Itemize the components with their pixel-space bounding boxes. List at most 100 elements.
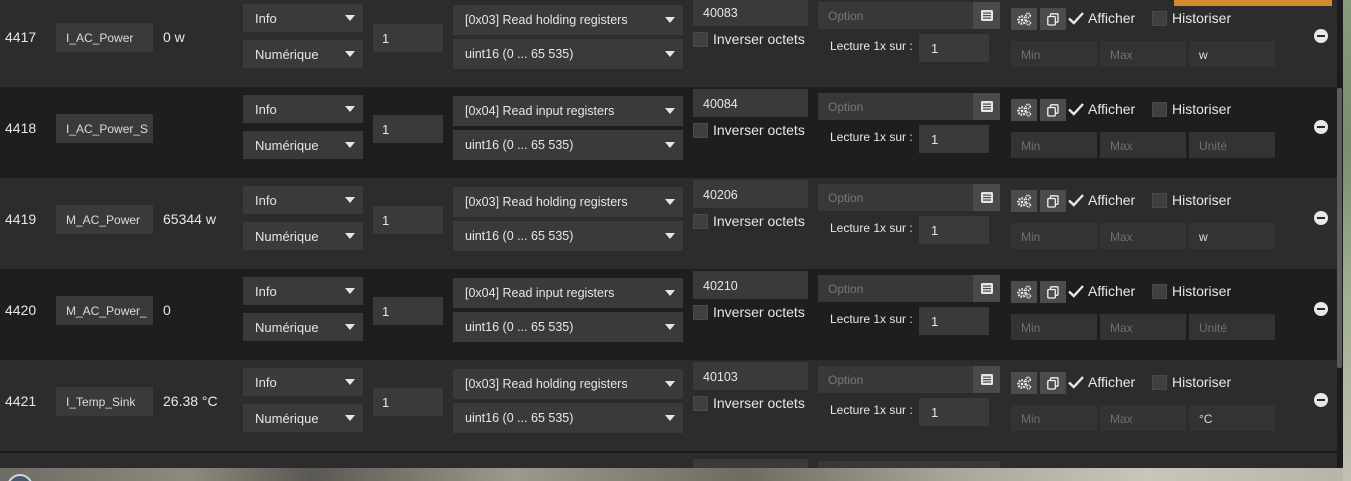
minus-circle-icon[interactable] xyxy=(1314,120,1328,134)
duplicate-button[interactable] xyxy=(1040,372,1066,394)
register-address-input[interactable]: 40084 xyxy=(693,89,808,117)
command-name-input[interactable]: M_AC_Power_ xyxy=(56,296,153,325)
option-input[interactable]: Option xyxy=(818,184,973,211)
max-input[interactable]: Max xyxy=(1100,223,1186,249)
read-frequency-input[interactable]: 1 xyxy=(919,216,989,244)
minus-circle-icon[interactable] xyxy=(1314,211,1328,225)
list-icon[interactable] xyxy=(973,2,1000,29)
configure-button[interactable] xyxy=(1011,281,1037,303)
read-frequency-input[interactable]: 1 xyxy=(919,125,989,153)
register-count-input[interactable]: 1 xyxy=(373,24,443,52)
afficher-checkbox[interactable] xyxy=(1067,9,1085,27)
data-format-select[interactable]: uint16 (0 ... 65 535) xyxy=(453,130,683,160)
invert-bytes-checkbox[interactable] xyxy=(693,123,708,138)
min-input[interactable]: Min xyxy=(1011,223,1097,249)
list-icon[interactable] xyxy=(973,366,1000,393)
subtype-select[interactable]: Numérique xyxy=(243,40,363,68)
duplicate-button[interactable] xyxy=(1040,8,1066,30)
register-count-input[interactable]: 1 xyxy=(373,206,443,234)
type-select[interactable]: Info xyxy=(243,95,363,123)
configure-button[interactable] xyxy=(1011,8,1037,30)
type-select[interactable]: Info xyxy=(243,277,363,305)
invert-bytes-checkbox[interactable] xyxy=(693,396,708,411)
historiser-checkbox[interactable] xyxy=(1152,193,1167,208)
unit-input[interactable]: Unité xyxy=(1189,132,1275,158)
max-input[interactable]: Max xyxy=(1100,132,1186,158)
duplicate-button[interactable] xyxy=(1040,190,1066,212)
address-input-partial[interactable] xyxy=(693,459,808,468)
afficher-checkbox[interactable] xyxy=(1067,373,1085,391)
min-input[interactable]: Min xyxy=(1011,41,1097,67)
unit-input[interactable]: w xyxy=(1189,223,1275,249)
list-icon[interactable] xyxy=(973,275,1000,302)
minus-circle-icon[interactable] xyxy=(1314,302,1328,316)
invert-bytes-checkbox[interactable] xyxy=(693,214,708,229)
historiser-checkbox[interactable] xyxy=(1152,102,1167,117)
command-name-input[interactable]: I_Temp_Sink xyxy=(56,387,153,416)
register-address-input[interactable]: 40206 xyxy=(693,180,808,208)
function-code-select[interactable]: [0x04] Read input registers xyxy=(453,96,683,126)
register-address-input[interactable]: 40103 xyxy=(693,362,808,390)
invert-bytes-checkbox[interactable] xyxy=(693,32,708,47)
historiser-checkbox[interactable] xyxy=(1152,284,1167,299)
register-count-input[interactable]: 1 xyxy=(373,115,443,143)
minus-circle-icon[interactable] xyxy=(1314,393,1328,407)
function-code-select[interactable]: [0x04] Read input registers xyxy=(453,278,683,308)
unit-input[interactable]: w xyxy=(1189,41,1275,67)
subtype-select[interactable]: Numérique xyxy=(243,222,363,250)
type-select[interactable]: Info xyxy=(243,4,363,32)
afficher-checkbox[interactable] xyxy=(1067,191,1085,209)
function-code-select[interactable]: [0x03] Read holding registers xyxy=(453,369,683,399)
read-frequency-input[interactable]: 1 xyxy=(919,307,989,335)
read-frequency-input[interactable]: 1 xyxy=(919,34,989,62)
option-input[interactable]: Option xyxy=(818,366,973,393)
register-address-input[interactable]: 40210 xyxy=(693,271,808,299)
max-input[interactable]: Max xyxy=(1100,314,1186,340)
vertical-scrollbar-thumb[interactable] xyxy=(1337,88,1342,368)
function-code-select[interactable]: [0x03] Read holding registers xyxy=(453,187,683,217)
subtype-select[interactable]: Numérique xyxy=(243,404,363,432)
duplicate-button[interactable] xyxy=(1040,281,1066,303)
option-input[interactable]: Option xyxy=(818,275,973,302)
configure-button[interactable] xyxy=(1011,99,1037,121)
data-format-select[interactable]: uint16 (0 ... 65 535) xyxy=(453,221,683,251)
function-code-select[interactable]: [0x03] Read holding registers xyxy=(453,5,683,35)
data-format-select[interactable]: uint16 (0 ... 65 535) xyxy=(453,39,683,69)
command-name-input[interactable]: I_AC_Power xyxy=(56,23,153,52)
register-address-input[interactable]: 40083 xyxy=(693,0,808,26)
data-format-select[interactable]: uint16 (0 ... 65 535) xyxy=(453,403,683,433)
subtype-select[interactable]: Numérique xyxy=(243,313,363,341)
command-name-input[interactable]: M_AC_Power xyxy=(56,205,153,234)
duplicate-button[interactable] xyxy=(1040,99,1066,121)
min-input[interactable]: Min xyxy=(1011,132,1097,158)
type-select[interactable]: Info xyxy=(243,368,363,396)
orange-action-button-edge[interactable] xyxy=(1174,0,1332,6)
afficher-checkbox[interactable] xyxy=(1067,100,1085,118)
max-input[interactable]: Max xyxy=(1100,405,1186,431)
subtype-select[interactable]: Numérique xyxy=(243,131,363,159)
invert-bytes-checkbox[interactable] xyxy=(693,305,708,320)
max-input[interactable]: Max xyxy=(1100,41,1186,67)
min-input[interactable]: Min xyxy=(1011,314,1097,340)
option-input-partial[interactable] xyxy=(818,461,1000,468)
historiser-checkbox[interactable] xyxy=(1152,375,1167,390)
option-input[interactable]: Option xyxy=(818,2,973,29)
register-count-input[interactable]: 1 xyxy=(373,297,443,325)
data-format-select[interactable]: uint16 (0 ... 65 535) xyxy=(453,312,683,342)
option-input[interactable]: Option xyxy=(818,93,973,120)
list-icon[interactable] xyxy=(973,184,1000,211)
type-select[interactable]: Info xyxy=(243,186,363,214)
configure-button[interactable] xyxy=(1011,372,1037,394)
configure-button[interactable] xyxy=(1011,190,1037,212)
afficher-checkbox[interactable] xyxy=(1067,282,1085,300)
minus-circle-icon[interactable] xyxy=(1314,29,1328,43)
read-frequency-input[interactable]: 1 xyxy=(919,398,989,426)
command-name-input[interactable]: I_AC_Power_S xyxy=(56,114,153,143)
unit-input[interactable]: Unité xyxy=(1189,314,1275,340)
unit-input[interactable]: °C xyxy=(1189,405,1275,431)
historiser-checkbox[interactable] xyxy=(1152,11,1167,26)
min-input[interactable]: Min xyxy=(1011,405,1097,431)
historiser-label: Historiser xyxy=(1172,374,1232,390)
list-icon[interactable] xyxy=(973,93,1000,120)
register-count-input[interactable]: 1 xyxy=(373,388,443,416)
